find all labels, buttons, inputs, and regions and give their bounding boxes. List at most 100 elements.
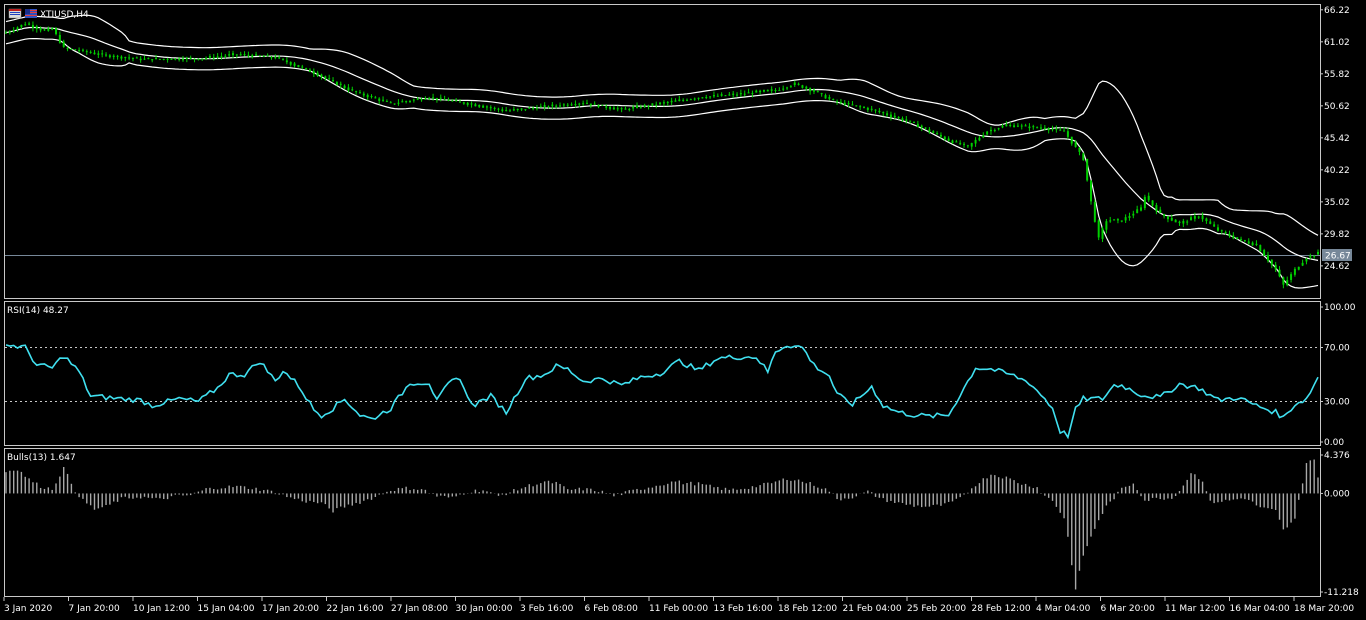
time-tick-label: 4 Mar 04:00 [1036, 604, 1091, 614]
time-tick-label: 27 Jan 08:00 [391, 604, 448, 614]
candle-body [959, 142, 962, 145]
rsi-line [5, 344, 1319, 440]
candle-body [282, 58, 285, 60]
candle-body [316, 72, 319, 77]
candle-body [478, 104, 481, 107]
bulls-axis: 4.376 0.000 -11.218 [1320, 451, 1359, 598]
candle-body [12, 30, 15, 32]
candle-body [997, 128, 1000, 130]
candle-body [1224, 232, 1227, 234]
price-tick-label: 24.62 [1324, 262, 1350, 272]
candle-body [143, 58, 146, 60]
candle-body [612, 107, 615, 110]
current-price-label: 26.67 [1325, 252, 1351, 262]
candle-body [5, 32, 7, 34]
candle-body [524, 109, 527, 111]
candle-body [1282, 277, 1285, 285]
candle-body [570, 104, 573, 106]
time-tick-label: 11 Mar 12:00 [1165, 604, 1225, 614]
candle-body [35, 26, 38, 30]
candle-body [428, 97, 431, 99]
candle-body [1305, 258, 1308, 262]
candle-body [1313, 255, 1316, 257]
candle-body [332, 80, 335, 82]
candle-body [1178, 221, 1181, 223]
price-tick-label: 40.22 [1324, 166, 1350, 176]
candle-body [874, 109, 877, 111]
candle-body [320, 74, 323, 77]
candle-body [547, 106, 550, 108]
candle-body [347, 87, 350, 91]
candle-body [512, 109, 515, 111]
candle-body [639, 107, 642, 109]
candle-body [1186, 221, 1189, 223]
candle-body [1089, 180, 1092, 202]
candle-body [1228, 233, 1231, 236]
candle-body [801, 85, 804, 88]
candle-body [1032, 126, 1035, 128]
candle-body [574, 103, 577, 106]
candle-body [366, 94, 369, 98]
candle-body [978, 137, 981, 141]
candle-body [566, 104, 569, 106]
candle-body [324, 76, 327, 79]
candle-body [1259, 245, 1262, 252]
candle-body [897, 117, 900, 119]
candle-body [1120, 220, 1123, 222]
candle-body [597, 104, 600, 108]
candle-body [24, 24, 27, 26]
candle-body [220, 56, 223, 58]
price-tick-label: 29.82 [1324, 230, 1350, 240]
candle-body [266, 55, 269, 57]
time-tick-label: 10 Jan 12:00 [133, 604, 190, 614]
candle-body [139, 58, 142, 61]
candle-body [51, 28, 54, 30]
candle-body [20, 24, 23, 28]
candle-body [424, 98, 427, 100]
candle-body [158, 58, 161, 60]
candle-body [701, 97, 704, 99]
candle-body [862, 107, 865, 109]
candle-body [1001, 125, 1004, 128]
candle-body [155, 57, 158, 60]
candle-body [635, 105, 638, 108]
candle-body [128, 57, 131, 59]
symbol-title: XTIUSD,H4 [40, 10, 89, 20]
candle-body [628, 109, 631, 111]
candle-body [728, 94, 731, 96]
candle-body [389, 102, 392, 104]
bulls-panel-frame [4, 448, 1321, 597]
time-axis: 3 Jan 2020 7 Jan 20:00 10 Jan 12:00 15 Jan … [3, 597, 1354, 614]
candle-body [1263, 249, 1266, 256]
candle-body [66, 48, 69, 50]
candle-body [1005, 124, 1008, 127]
candle-body [131, 57, 134, 59]
rsi-axis: 100.00 70.00 30.00 0.00 [1320, 303, 1356, 448]
candle-body [451, 100, 454, 102]
candle-body [401, 101, 404, 103]
candle-body [939, 134, 942, 137]
candle-body [836, 101, 839, 103]
candle-body [689, 99, 692, 101]
candle-body [1301, 262, 1304, 266]
rsi-tick-label: 0.00 [1324, 438, 1344, 448]
candle-body [393, 103, 396, 105]
band-lower [5, 38, 1319, 289]
candle-body [509, 110, 512, 112]
candle-body [1101, 228, 1104, 239]
candle-body [228, 54, 231, 56]
candlesticks [5, 21, 1319, 289]
candle-body [335, 81, 338, 86]
candle-body [1220, 230, 1223, 232]
candle-body [151, 59, 154, 61]
candle-body [632, 107, 635, 109]
candle-body [528, 107, 531, 109]
candle-body [1155, 205, 1158, 212]
candle-body [501, 109, 504, 111]
candle-body [1205, 218, 1208, 222]
candle-body [916, 123, 919, 128]
candle-body [312, 71, 315, 74]
flag-icon-2 [25, 9, 37, 18]
candle-body [751, 92, 754, 94]
candle-body [189, 57, 192, 59]
